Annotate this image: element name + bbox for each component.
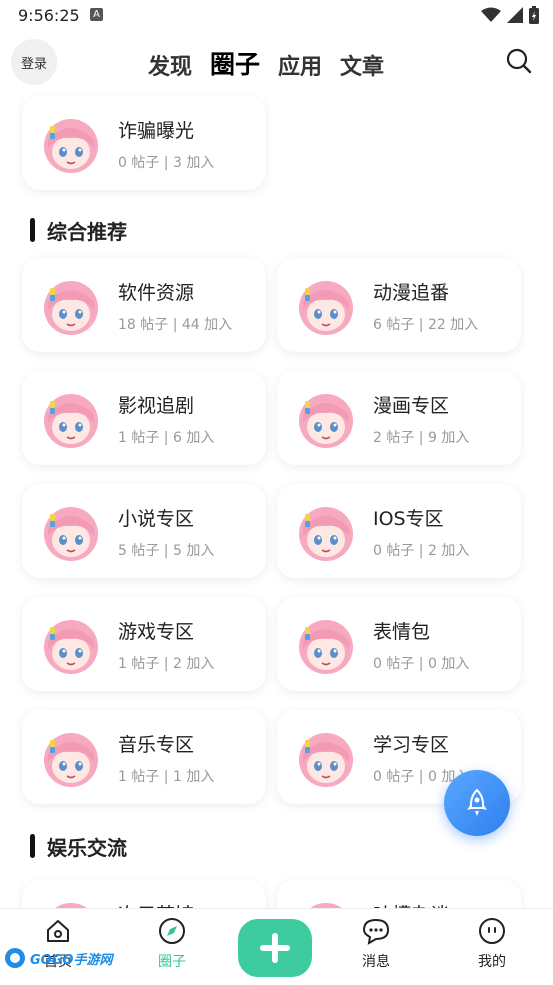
circle-name: 游戏专区 bbox=[118, 621, 195, 643]
signal-icon bbox=[507, 7, 523, 23]
circle-name: IOS专区 bbox=[373, 508, 444, 530]
rocket-icon bbox=[467, 788, 487, 816]
home-icon bbox=[47, 920, 69, 942]
circle-name: 漫画专区 bbox=[373, 395, 450, 417]
circle-avatar bbox=[298, 506, 354, 562]
circle-name: 吐槽杂谈 bbox=[373, 900, 449, 908]
watermark-icon bbox=[5, 948, 25, 968]
circle-avatar bbox=[298, 280, 354, 336]
circle-name: 音乐专区 bbox=[118, 734, 195, 756]
circle-avatar bbox=[43, 393, 99, 449]
system-icons bbox=[481, 6, 539, 24]
watermark-text: GOGO手游网 bbox=[30, 952, 113, 968]
nav-circles[interactable]: 圈子 bbox=[132, 917, 212, 971]
circle-card[interactable]: 游戏专区 1 帖子 | 2 加入 bbox=[22, 597, 266, 691]
circle-avatar bbox=[43, 506, 99, 562]
plus-icon bbox=[260, 933, 290, 963]
circle-name: 软件资源 bbox=[118, 282, 195, 304]
circle-card[interactable]: 表情包 0 帖子 | 0 加入 bbox=[277, 597, 521, 691]
nav-circles-label: 圈子 bbox=[158, 954, 186, 970]
circle-card[interactable]: IOS专区 0 帖子 | 2 加入 bbox=[277, 484, 521, 578]
circle-card[interactable]: 吐槽杂谈 bbox=[277, 880, 521, 908]
section-label: 综合推荐 bbox=[47, 219, 127, 244]
tab-discover[interactable]: 发现 bbox=[148, 49, 192, 81]
section-label: 娱乐交流 bbox=[47, 835, 127, 860]
create-post-button[interactable] bbox=[238, 919, 312, 977]
top-tabs: 发现 圈子 应用 文章 bbox=[148, 45, 384, 81]
rocket-fab[interactable] bbox=[444, 770, 510, 836]
status-time: 9:56:25 bbox=[18, 6, 80, 25]
circle-stats: 0 帖子 | 3 加入 bbox=[118, 155, 215, 171]
circle-card[interactable]: 漫画专区 2 帖子 | 9 加入 bbox=[277, 371, 521, 465]
search-icon[interactable] bbox=[505, 47, 533, 75]
circle-stats: 5 帖子 | 5 加入 bbox=[118, 543, 215, 559]
circle-name: 影视追剧 bbox=[118, 395, 195, 417]
section-title-recommended: 综合推荐 bbox=[30, 216, 127, 244]
top-header: 登录 发现 圈子 应用 文章 bbox=[0, 32, 553, 92]
status-bar: 9:56:25 A bbox=[0, 0, 553, 32]
circle-stats: 1 帖子 | 2 加入 bbox=[118, 656, 215, 672]
login-button[interactable]: 登录 bbox=[11, 39, 57, 85]
circle-stats: 18 帖子 | 44 加入 bbox=[118, 317, 233, 333]
section-title-entertainment: 娱乐交流 bbox=[30, 832, 127, 860]
notification-icon: A bbox=[90, 8, 103, 21]
circle-name: 诈骗曝光 bbox=[118, 120, 195, 142]
circle-avatar bbox=[43, 619, 99, 675]
circle-avatar bbox=[43, 902, 99, 908]
circle-card[interactable]: 小说专区 5 帖子 | 5 加入 bbox=[22, 484, 266, 578]
circle-name: 学习专区 bbox=[373, 734, 450, 756]
circle-name: 动漫追番 bbox=[373, 282, 450, 304]
circle-stats: 2 帖子 | 9 加入 bbox=[373, 430, 470, 446]
circle-card-fraud[interactable]: 诈骗曝光 0 帖子 | 3 加入 bbox=[22, 96, 266, 190]
circle-avatar bbox=[298, 393, 354, 449]
section-bar bbox=[30, 834, 35, 858]
circle-name: 表情包 bbox=[373, 621, 431, 643]
message-icon bbox=[362, 918, 390, 945]
tab-articles[interactable]: 文章 bbox=[340, 49, 384, 81]
compass-icon bbox=[159, 918, 185, 944]
circle-avatar bbox=[43, 118, 99, 174]
circle-stats: 0 帖子 | 2 加入 bbox=[373, 543, 470, 559]
tab-apps[interactable]: 应用 bbox=[278, 49, 322, 81]
circle-avatar bbox=[43, 280, 99, 336]
battery-icon bbox=[529, 6, 539, 24]
circle-avatar bbox=[43, 732, 99, 788]
circle-stats: 1 帖子 | 1 加入 bbox=[118, 769, 215, 785]
nav-profile-label: 我的 bbox=[478, 954, 506, 970]
circle-card[interactable]: 音乐专区 1 帖子 | 1 加入 bbox=[22, 710, 266, 804]
nav-messages[interactable]: 消息 bbox=[336, 917, 416, 971]
circle-card[interactable]: 动漫追番 6 帖子 | 22 加入 bbox=[277, 258, 521, 352]
watermark-logo: GOGO手游网 bbox=[4, 947, 112, 969]
profile-icon bbox=[479, 918, 505, 944]
wifi-icon bbox=[481, 7, 501, 22]
circle-card[interactable]: 次元茶馆 bbox=[22, 880, 266, 908]
circle-card[interactable]: 影视追剧 1 帖子 | 6 加入 bbox=[22, 371, 266, 465]
circle-card[interactable]: 软件资源 18 帖子 | 44 加入 bbox=[22, 258, 266, 352]
circle-stats: 0 帖子 | 0 加入 bbox=[373, 656, 470, 672]
nav-profile[interactable]: 我的 bbox=[452, 917, 532, 971]
tab-circles[interactable]: 圈子 bbox=[210, 45, 260, 81]
circle-avatar bbox=[298, 732, 354, 788]
circle-name: 次元茶馆 bbox=[118, 900, 194, 908]
circle-avatar bbox=[298, 619, 354, 675]
circle-stats: 6 帖子 | 22 加入 bbox=[373, 317, 479, 333]
circle-name: 小说专区 bbox=[118, 508, 195, 530]
section-bar bbox=[30, 218, 35, 242]
circle-avatar bbox=[298, 902, 354, 908]
circle-stats: 1 帖子 | 6 加入 bbox=[118, 430, 215, 446]
nav-messages-label: 消息 bbox=[362, 954, 390, 970]
bottom-nav: 首页 圈子 消息 我的 GOGO手游网 bbox=[0, 908, 553, 985]
